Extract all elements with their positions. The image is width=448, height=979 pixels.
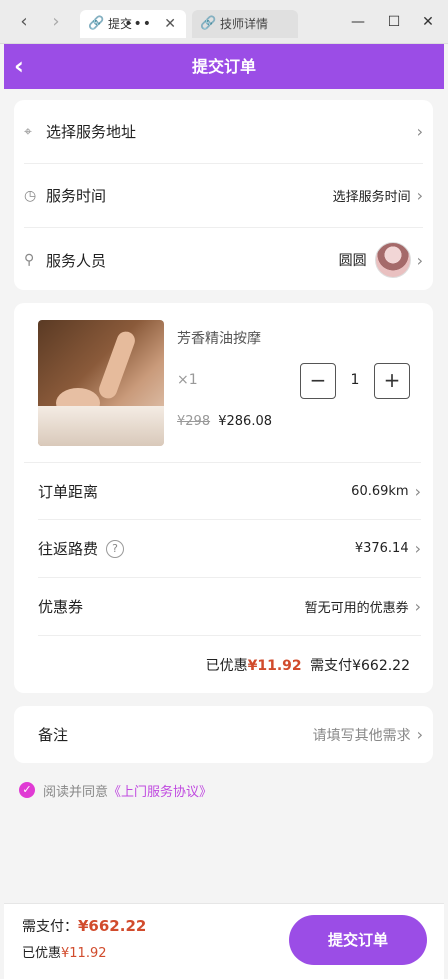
product-image [38,320,164,446]
footer-discount-label: 已优惠 [22,946,62,961]
quantity-value: 1 [350,372,360,388]
link-icon: 🔗 [200,16,217,31]
page-title: 提交订单 [191,57,256,76]
product-price: ¥298 ¥286.08 [177,414,272,429]
app-header: ‹ 提交订单 [4,44,444,89]
chevron-right-icon: › [416,122,423,141]
discount-prefix: 已优惠 [205,658,248,674]
service-card: ⌖ 选择服务地址 › ◷ 服务时间 选择服务时间 › ⚲ 服务人员 圆圆 › [14,100,433,290]
current-price: ¥286.08 [218,414,272,429]
staff-label: 服务人员 [46,251,107,270]
person-icon: ⚲ [24,252,35,268]
order-summary: 已优惠¥11.92 需支付¥662.22 [38,655,410,675]
fare-row[interactable]: 往返路费 ? ¥376.14 › [38,520,421,578]
chevron-right-icon: › [414,597,421,616]
help-icon[interactable]: ? [106,539,125,558]
tab-label: 技师详情 [220,17,269,31]
agreement: ✓ 阅读并同意 《上门服务协议》 [19,780,212,800]
time-value: 选择服务时间 [332,190,411,205]
pay-text: 需支付¥662.22 [310,658,410,674]
forward-arrow-icon[interactable]: › [46,12,66,32]
chevron-right-icon: › [416,186,423,205]
maximize-icon[interactable]: ☐ [382,10,406,34]
address-label: 选择服务地址 [46,123,137,141]
time-row[interactable]: ◷ 服务时间 选择服务时间 › [24,164,423,228]
discount-amount: ¥11.92 [247,658,302,674]
tab-technician-detail[interactable]: 🔗 技师详情 [192,10,298,38]
fare-value: ¥376.14 [354,541,409,556]
coupon-row[interactable]: 优惠券 暂无可用的优惠券 › [38,578,421,636]
footer-discount: 已优惠¥11.92 [22,942,107,961]
agreement-link[interactable]: 《上门服务协议》 [108,781,212,800]
remark-row[interactable]: 备注 请填写其他需求 › [38,706,423,763]
coupon-label: 优惠券 [38,598,84,616]
remark-input[interactable]: 请填写其他需求 [313,725,411,745]
distance-row: 订单距离 60.69km › [38,463,421,520]
bottom-bar: 需支付：¥662.22 已优惠¥11.92 提交订单 [4,903,444,979]
footer-discount-amount: ¥11.92 [61,946,107,961]
browser-titlebar: ‹ › 🔗 提交 ••• ✕ 🔗 技师详情 — ☐ ✕ [0,0,448,44]
coupon-value: 暂无可用的优惠券 [304,601,409,616]
original-price: ¥298 [177,414,211,429]
staff-avatar [374,242,411,278]
staff-row[interactable]: ⚲ 服务人员 圆圆 › [24,228,423,292]
time-label: 服务时间 [46,187,107,205]
remark-label: 备注 [38,726,69,744]
footer-pay-label: 需支付： [22,919,78,935]
location-pin-icon: ⌖ [24,123,32,140]
product-count: ×1 [177,372,198,388]
clock-icon: ◷ [24,187,37,204]
close-tab-icon[interactable]: ✕ [164,10,176,38]
footer-pay-amount: ¥662.22 [78,917,147,935]
remark-card[interactable]: 备注 请填写其他需求 › [14,706,433,763]
chevron-right-icon: › [414,481,421,501]
staff-name: 圆圆 [338,253,367,269]
more-icon[interactable]: ••• [124,10,152,38]
increase-button[interactable]: + [374,363,410,399]
product-name: 芳香精油按摩 [177,331,261,347]
close-window-icon[interactable]: ✕ [416,10,440,34]
minimize-icon[interactable]: — [346,10,370,34]
distance-value: 60.69km [351,483,409,499]
agreement-prefix: 阅读并同意 [43,784,109,800]
submit-order-button[interactable]: 提交订单 [289,915,427,965]
decrease-button[interactable]: − [300,363,336,399]
chevron-right-icon: › [416,250,423,270]
back-arrow-icon[interactable]: ‹ [14,12,34,32]
tab-submit-order[interactable]: 🔗 提交 ••• ✕ [80,10,186,38]
checkbox-checked-icon[interactable]: ✓ [19,782,35,798]
link-icon: 🔗 [88,16,105,31]
chevron-right-icon: › [416,725,423,744]
address-row[interactable]: ⌖ 选择服务地址 › [24,100,423,164]
chevron-right-icon: › [414,539,421,558]
footer-pay: 需支付：¥662.22 [22,916,146,936]
distance-label: 订单距离 [38,482,99,501]
fare-label: 往返路费 [38,540,99,558]
